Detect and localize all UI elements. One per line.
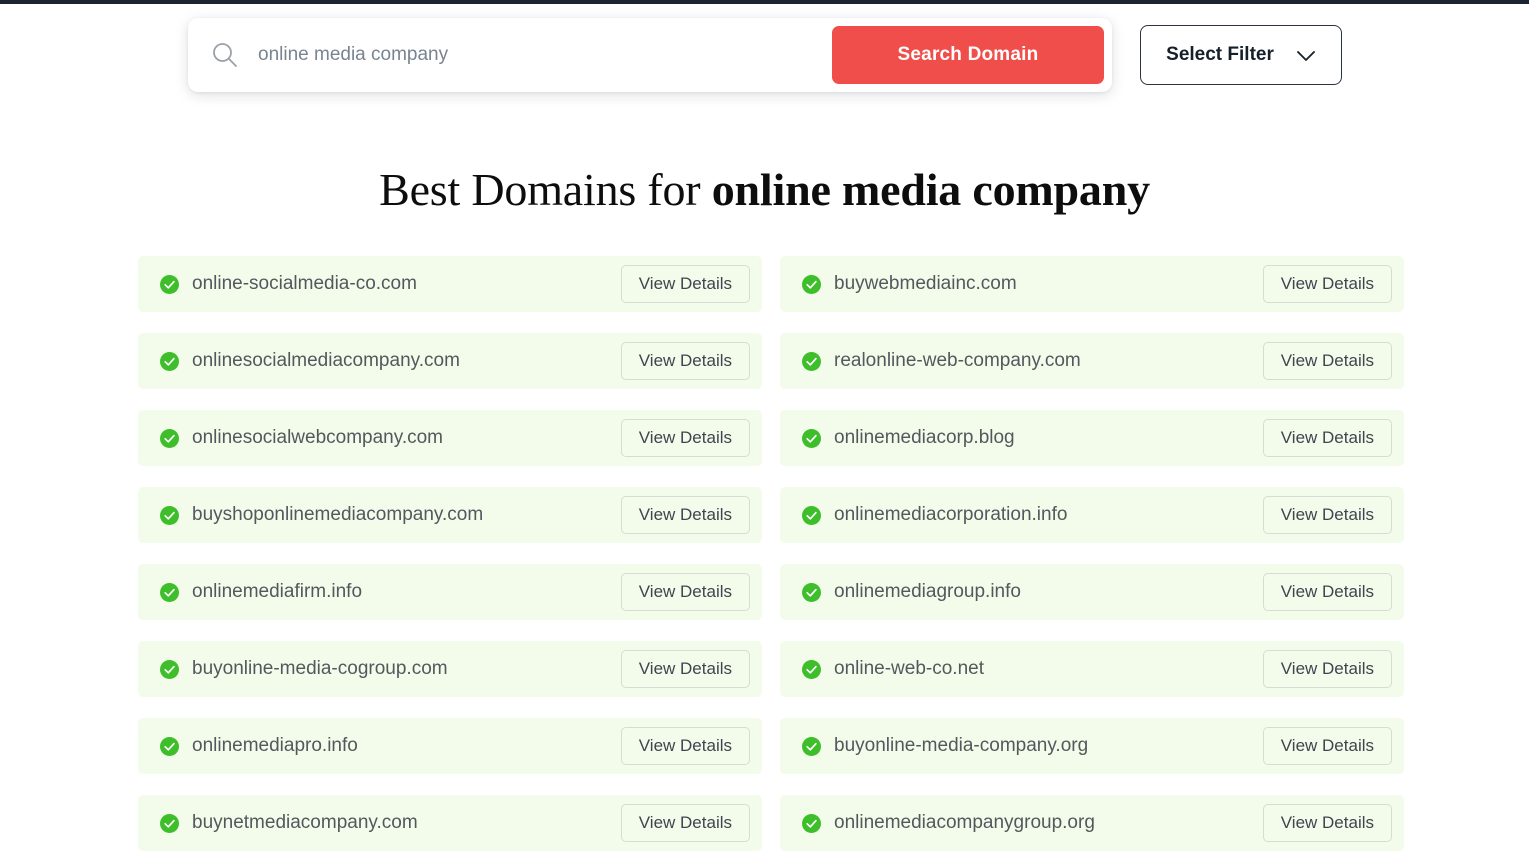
domain-result-row: online-socialmedia-co.com View Details: [138, 256, 762, 312]
check-circle-icon: [802, 351, 821, 371]
page-title-prefix: Best Domains for: [379, 164, 712, 215]
top-accent-bar: [0, 0, 1529, 4]
check-circle-icon: [160, 274, 179, 294]
chevron-down-icon: [1296, 49, 1316, 61]
view-details-button[interactable]: View Details: [1262, 419, 1392, 457]
domain-name: buywebmediainc.com: [834, 273, 1017, 294]
check-circle-icon: [160, 582, 179, 602]
domain-name: onlinemediacorp.blog: [834, 427, 1015, 448]
check-circle-icon: [802, 659, 821, 679]
check-circle-icon: [802, 582, 821, 602]
domain-result-row: onlinemediafirm.info View Details: [138, 564, 762, 620]
check-circle-icon: [802, 505, 821, 525]
domain-name: onlinemediacorporation.info: [834, 504, 1068, 525]
domain-result-row: onlinemediapro.info View Details: [138, 718, 762, 774]
domain-name: onlinesocialmediacompany.com: [192, 350, 460, 371]
check-circle-icon: [802, 736, 821, 756]
domain-result-row: buywebmediainc.com View Details: [780, 256, 1404, 312]
domain-name: realonline-web-company.com: [834, 350, 1081, 371]
domain-result-row: online-web-co.net View Details: [780, 641, 1404, 697]
domain-name: buynetmediacompany.com: [192, 812, 418, 833]
domain-name: buyshoponlinemediacompany.com: [192, 504, 484, 525]
check-circle-icon: [160, 736, 179, 756]
page-title-query: online media company: [711, 164, 1150, 215]
check-circle-icon: [802, 813, 821, 833]
view-details-button[interactable]: View Details: [1262, 265, 1392, 303]
domain-result-row: onlinemediacorp.blog View Details: [780, 410, 1404, 466]
domain-results-grid: online-socialmedia-co.com View Details buy…: [138, 256, 1404, 851]
search-card: Search Domain: [188, 18, 1112, 92]
view-details-button[interactable]: View Details: [620, 265, 750, 303]
domain-result-row: realonline-web-company.com View Details: [780, 333, 1404, 389]
view-details-button[interactable]: View Details: [1262, 650, 1392, 688]
view-details-button[interactable]: View Details: [620, 804, 750, 842]
check-circle-icon: [802, 428, 821, 448]
domain-result-row: buyonline-media-cogroup.com View Details: [138, 641, 762, 697]
view-details-button[interactable]: View Details: [620, 573, 750, 611]
domain-name: onlinemediafirm.info: [192, 581, 363, 602]
domain-result-row: buyshoponlinemediacompany.com View Detail…: [138, 487, 762, 543]
search-area: Search Domain Select Filter: [188, 18, 1342, 92]
check-circle-icon: [160, 505, 179, 525]
view-details-button[interactable]: View Details: [620, 342, 750, 380]
domain-name: onlinemediagroup.info: [834, 581, 1021, 602]
domain-name: buyonline-media-company.org: [834, 735, 1089, 756]
check-circle-icon: [160, 813, 179, 833]
view-details-button[interactable]: View Details: [1262, 804, 1392, 842]
domain-result-row: onlinesocialwebcompany.com View Details: [138, 410, 762, 466]
view-details-button[interactable]: View Details: [1262, 496, 1392, 534]
domain-result-row: onlinemediagroup.info View Details: [780, 564, 1404, 620]
view-details-button[interactable]: View Details: [620, 727, 750, 765]
check-circle-icon: [802, 274, 821, 294]
domain-name: online-web-co.net: [834, 658, 984, 679]
domain-result-row: buyonline-media-company.org View Details: [780, 718, 1404, 774]
domain-result-row: onlinesocialmediacompany.com View Details: [138, 333, 762, 389]
domain-result-row: onlinemediacompanygroup.org View Details: [780, 795, 1404, 851]
domain-result-row: onlinemediacorporation.info View Details: [780, 487, 1404, 543]
domain-name: onlinesocialwebcompany.com: [192, 427, 443, 448]
view-details-button[interactable]: View Details: [620, 419, 750, 457]
select-filter-label: Select Filter: [1166, 44, 1274, 65]
select-filter-button[interactable]: Select Filter: [1140, 25, 1342, 85]
domain-name: onlinemediapro.info: [192, 735, 358, 756]
view-details-button[interactable]: View Details: [1262, 573, 1392, 611]
domain-name: buyonline-media-cogroup.com: [192, 658, 448, 679]
domain-result-row: buynetmediacompany.com View Details: [138, 795, 762, 851]
search-icon: [210, 40, 240, 70]
view-details-button[interactable]: View Details: [620, 650, 750, 688]
view-details-button[interactable]: View Details: [1262, 342, 1392, 380]
search-domain-button[interactable]: Search Domain: [832, 26, 1104, 84]
view-details-button[interactable]: View Details: [620, 496, 750, 534]
check-circle-icon: [160, 351, 179, 371]
domain-name: onlinemediacompanygroup.org: [834, 812, 1095, 833]
page-title: Best Domains for online media company: [0, 163, 1529, 216]
view-details-button[interactable]: View Details: [1262, 727, 1392, 765]
check-circle-icon: [160, 659, 179, 679]
check-circle-icon: [160, 428, 179, 448]
domain-name: online-socialmedia-co.com: [192, 273, 417, 294]
